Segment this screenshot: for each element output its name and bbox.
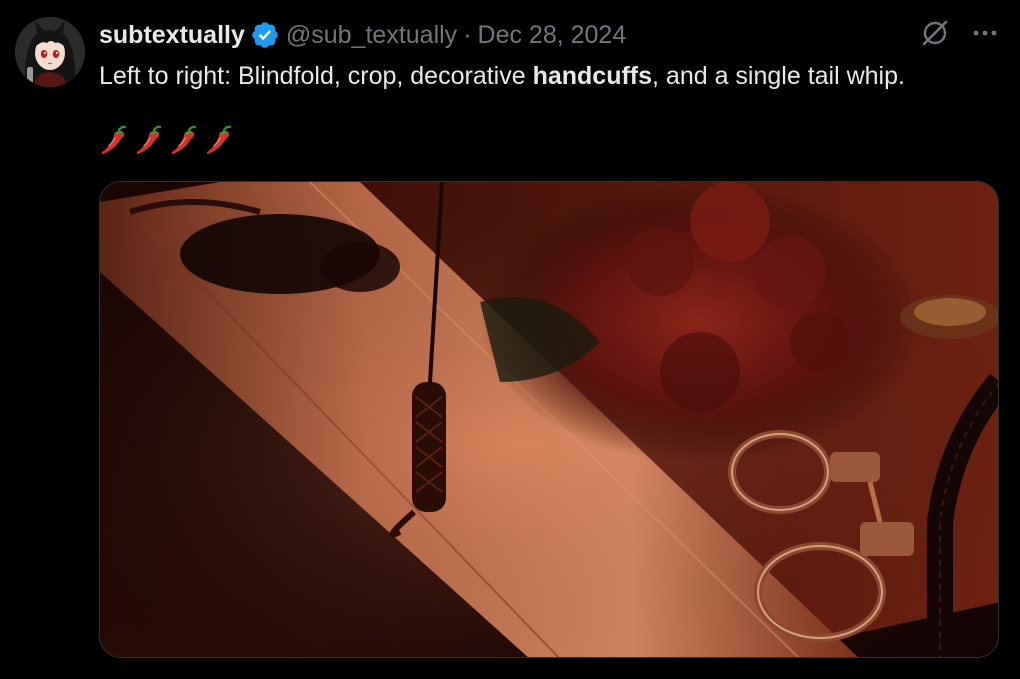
hot-pepper-icon [171,125,197,154]
verified-badge-icon [250,20,280,50]
grok-icon[interactable] [920,18,950,48]
tweet[interactable]: subtextually @sub_textually · Dec 28, 20… [0,0,1020,679]
tweet-text-part: Left to right: Blindfold, crop, decorati… [99,62,533,90]
avatar[interactable] [15,17,85,87]
hot-pepper-icon [101,125,127,154]
display-name[interactable]: subtextually [99,21,245,50]
emoji-row [99,124,234,158]
tweet-header: subtextually @sub_textually · Dec 28, 20… [99,19,626,51]
more-icon[interactable] [970,18,1000,48]
tweet-media-photo[interactable] [99,181,999,658]
tweet-text-bold: handcuffs [532,62,653,90]
hot-pepper-icon [206,125,232,154]
separator-dot: · [463,20,472,49]
hot-pepper-icon [136,125,162,154]
tweet-text: Left to right: Blindfold, crop, decorati… [99,60,905,92]
author-handle[interactable]: @sub_textually [286,21,457,50]
post-date[interactable]: Dec 28, 2024 [478,21,627,50]
photo-image [100,182,998,657]
avatar-image [15,17,85,87]
tweet-actions [920,18,1000,48]
tweet-text-part: , and a single tail whip. [652,62,905,90]
